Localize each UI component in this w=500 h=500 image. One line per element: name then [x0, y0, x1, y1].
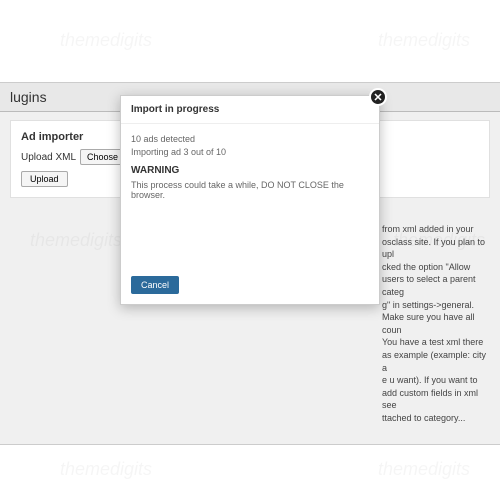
warning-text: This process could take a while, DO NOT …	[131, 180, 369, 200]
import-progress-text: Importing ad 3 out of 10	[131, 147, 369, 157]
modal-overlay: ✕ Import in progress 10 ads detected Imp…	[0, 0, 500, 500]
close-button[interactable]: ✕	[369, 88, 387, 106]
close-icon: ✕	[373, 91, 382, 104]
cancel-button[interactable]: Cancel	[131, 276, 179, 294]
modal-title: Import in progress	[121, 96, 379, 124]
import-progress-modal: ✕ Import in progress 10 ads detected Imp…	[120, 95, 380, 305]
ads-detected-text: 10 ads detected	[131, 134, 369, 144]
warning-heading: WARNING	[131, 165, 369, 176]
